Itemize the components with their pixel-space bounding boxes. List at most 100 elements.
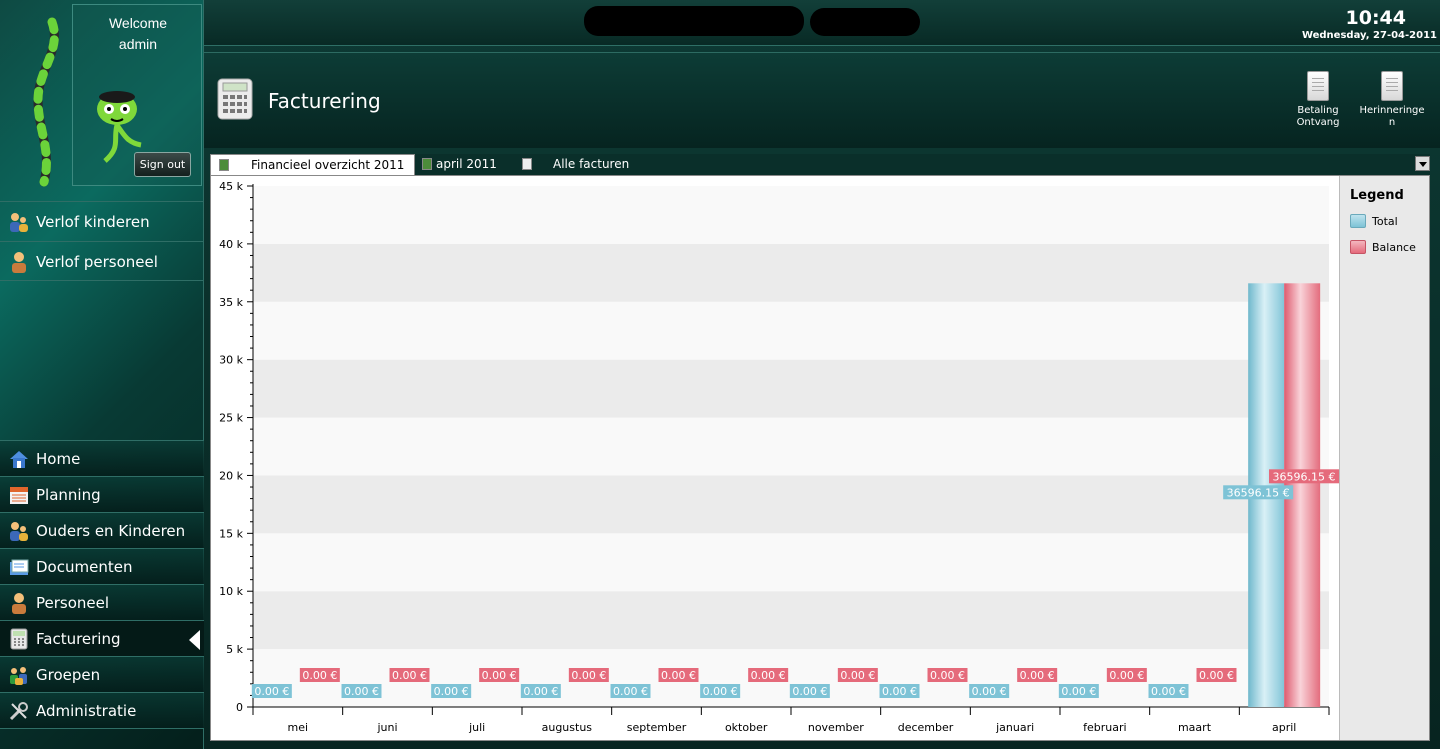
data-label-total: 0.00 € — [882, 685, 917, 698]
data-label-balance: 0.00 € — [840, 669, 875, 682]
betaling-ontvang-button[interactable]: Betaling Ontvang — [1282, 71, 1354, 129]
document-icon — [1307, 71, 1329, 101]
parents-children-icon — [10, 212, 28, 232]
data-label-balance: 0.00 € — [392, 669, 427, 682]
button-label-line1: Betaling — [1297, 105, 1339, 116]
grid-band — [253, 591, 1329, 650]
chart-legend: Legend Total Balance — [1339, 176, 1429, 740]
x-tick-label: augustus — [542, 721, 593, 734]
sidebar-item-verlof-kinderen[interactable]: Verlof kinderen — [0, 201, 204, 241]
y-tick-label: 40 k — [219, 238, 243, 251]
tab-dropdown-button[interactable] — [1415, 156, 1430, 171]
welcome-text: Welcome admin — [73, 13, 203, 55]
data-label-balance: 0.00 € — [1020, 669, 1055, 682]
y-tick-label: 25 k — [219, 412, 243, 425]
page-header: Facturering Betaling Ontvang Herinnering… — [204, 52, 1440, 148]
button-label-line2: n — [1388, 117, 1396, 128]
sidebar-item-label: Groepen — [36, 665, 101, 684]
x-tick-label: oktober — [725, 721, 768, 734]
data-label-total: 0.00 € — [344, 685, 379, 698]
grid-band — [253, 301, 1329, 360]
divider — [0, 280, 204, 281]
tools-icon — [9, 701, 28, 720]
sidebar-item-administratie[interactable]: Administratie — [0, 692, 204, 728]
grid-band — [253, 533, 1329, 592]
sidebar-item-planning[interactable]: Planning — [0, 476, 204, 512]
y-tick-label: 5 k — [226, 643, 243, 656]
x-tick-label: januari — [995, 721, 1034, 734]
documents-icon — [10, 559, 29, 575]
x-tick-label: december — [898, 721, 954, 734]
tab-label: Financieel overzicht 2011 — [251, 158, 405, 172]
data-label-balance: 0.00 € — [1109, 669, 1144, 682]
y-tick-label: 45 k — [219, 180, 243, 193]
spreadsheet-icon — [422, 158, 432, 170]
data-label-total: 0.00 € — [703, 685, 738, 698]
data-label-total: 36596.15 € — [1227, 486, 1290, 499]
legend-item-balance: Balance — [1350, 240, 1416, 254]
data-label-total: 0.00 € — [523, 685, 558, 698]
spreadsheet-icon — [219, 159, 229, 171]
tab-april-2011[interactable]: april 2011 — [422, 154, 522, 175]
document-icon — [1381, 71, 1403, 101]
sidebar-item-label: Ouders en Kinderen — [36, 521, 186, 540]
legend-label: Total — [1372, 214, 1398, 228]
sidebar-item-label: Administratie — [36, 701, 137, 720]
y-tick-label: 0 — [236, 701, 243, 714]
data-label-total: 0.00 € — [254, 685, 289, 698]
clock: 10:44 — [1345, 7, 1406, 29]
sidebar-item-ouders-en-kinderen[interactable]: Ouders en Kinderen — [0, 512, 204, 548]
chart-panel: 0 5 k 10 k 15 k 20 k 25 k 30 k 35 k 40 k 45 k mei j… — [210, 175, 1430, 741]
x-tick-label: juli — [468, 721, 485, 734]
divider — [0, 728, 204, 729]
tab-label: april 2011 — [436, 157, 497, 171]
legend-swatch — [1350, 214, 1366, 228]
legend-title: Legend — [1350, 188, 1404, 203]
sidebar-item-facturering[interactable]: Facturering — [0, 620, 204, 656]
data-label-balance: 0.00 € — [302, 669, 337, 682]
document-icon — [522, 158, 532, 170]
sidebar-item-documenten[interactable]: Documenten — [0, 548, 204, 584]
app-window: Welcome admin Sign out Verlof kinderen V… — [0, 0, 1440, 749]
y-tick-label: 10 k — [219, 585, 243, 598]
sidebar-item-personeel[interactable]: Personeel — [0, 584, 204, 620]
redacted-title — [584, 6, 804, 36]
data-label-balance: 0.00 € — [571, 669, 606, 682]
button-label-line1: Herinneringe — [1359, 105, 1425, 116]
logo — [33, 17, 59, 187]
x-tick-label: februari — [1083, 721, 1126, 734]
sidebar-item-label: Documenten — [36, 557, 133, 576]
active-indicator — [189, 630, 200, 650]
data-label-balance: 0.00 € — [1199, 669, 1234, 682]
grid-band — [253, 186, 1329, 244]
x-tick-label: september — [627, 721, 687, 734]
data-label-total: 0.00 € — [1151, 685, 1186, 698]
person-icon — [12, 592, 26, 614]
grid-band — [253, 243, 1329, 302]
welcome-label: Welcome — [108, 15, 168, 31]
data-label-total: 0.00 € — [972, 685, 1007, 698]
tab-financieel-overzicht[interactable]: Financieel overzicht 2011 — [210, 154, 415, 175]
tab-label: Alle facturen — [553, 157, 630, 171]
x-tick-label: mei — [288, 721, 309, 734]
legend-swatch — [1350, 240, 1366, 254]
bar-chart: 0 5 k 10 k 15 k 20 k 25 k 30 k 35 k 40 k 45 k mei j… — [219, 180, 1339, 734]
herinneringen-button[interactable]: Herinneringe n — [1356, 71, 1428, 129]
data-label-balance: 0.00 € — [751, 669, 786, 682]
groups-icon — [10, 666, 27, 685]
tab-alle-facturen[interactable]: Alle facturen — [522, 154, 652, 175]
sidebar-item-home[interactable]: Home — [0, 440, 204, 476]
sidebar-item-verlof-personeel[interactable]: Verlof personeel — [0, 241, 204, 281]
y-tick-label: 15 k — [219, 527, 243, 540]
grid-band — [253, 417, 1329, 476]
data-label-balance: 36596.15 € — [1273, 470, 1336, 483]
sidebar-item-groepen[interactable]: Groepen — [0, 656, 204, 692]
sidebar-item-label: Home — [36, 449, 81, 468]
sign-out-button[interactable]: Sign out — [134, 152, 191, 177]
y-tick-label: 20 k — [219, 469, 243, 482]
x-tick-label: november — [808, 721, 864, 734]
grid-band — [253, 475, 1329, 534]
sidebar-item-label: Planning — [36, 485, 101, 504]
sidebar-item-label: Personeel — [36, 593, 110, 612]
sidebar-item-label: Facturering — [36, 629, 121, 648]
